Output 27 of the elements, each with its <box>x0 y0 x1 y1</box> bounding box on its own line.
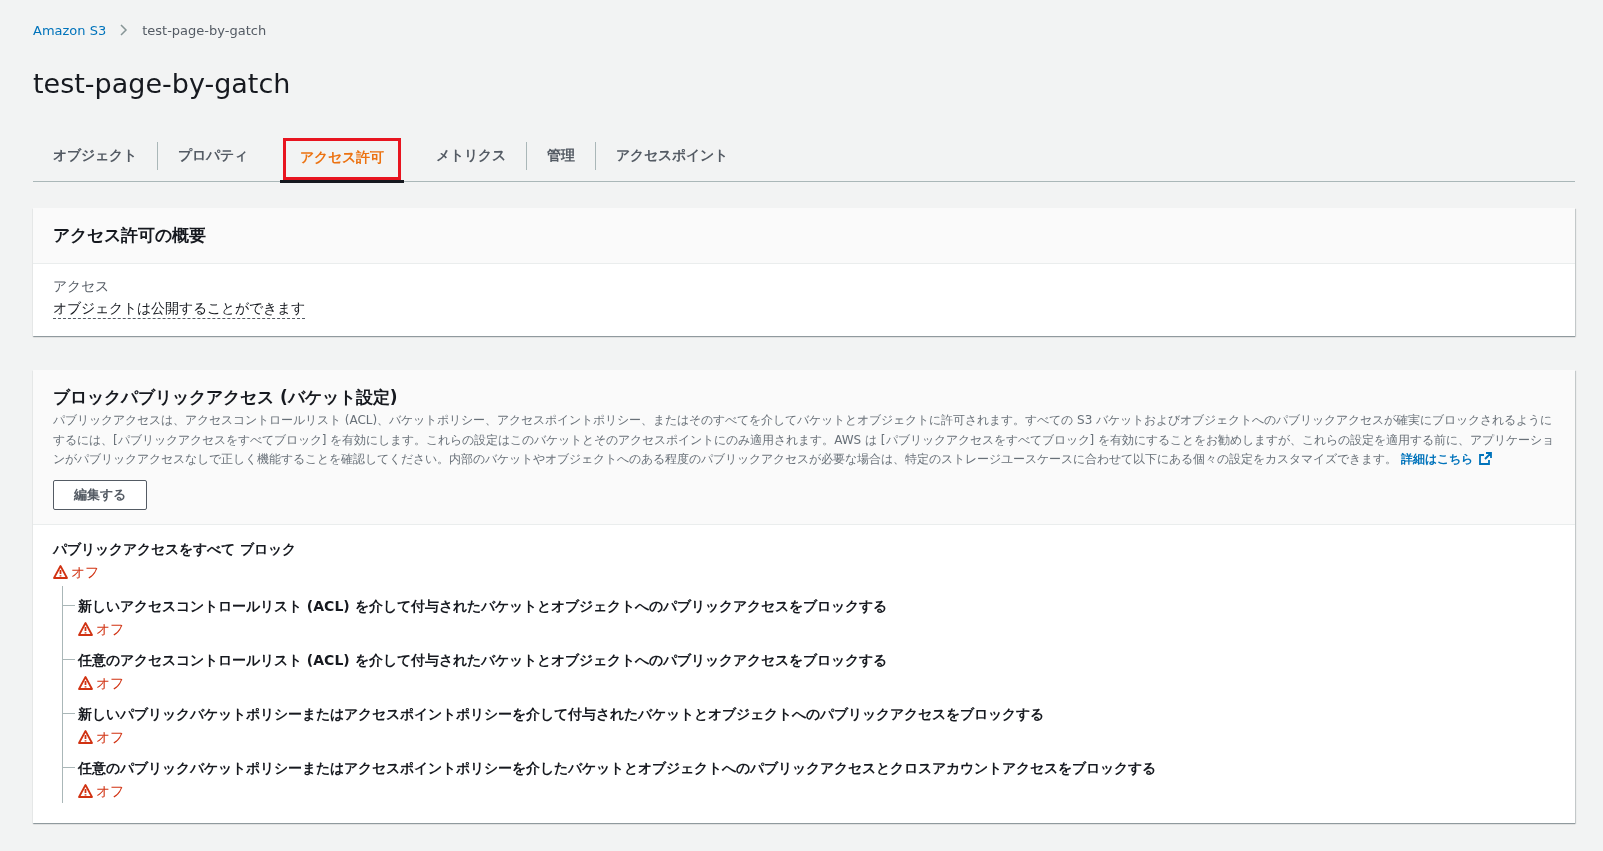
external-link-icon[interactable] <box>1478 452 1492 465</box>
status-indicator: オフ <box>53 561 99 582</box>
setting-label: 任意のパブリックバケットポリシーまたはアクセスポイントポリシーを介したバケットとオブジェクトへのパブリックアクセスとクロスアカウントアクセスをブロックする <box>78 758 1156 778</box>
tab[interactable]: オブジェクト <box>33 135 157 177</box>
page-title: test-page-by-gatch <box>33 68 292 99</box>
status-indicator: オフ <box>78 726 124 747</box>
card-title: アクセス許可の概要 <box>53 224 207 247</box>
setting-label: 新しいアクセスコントロールリスト (ACL) を介して付与されたバケットとオブジェクトへのパブリックアクセスをブロックする <box>78 596 887 616</box>
chevron-icon <box>120 24 129 36</box>
learn-more-link[interactable]: 詳細はこちら <box>1400 452 1473 466</box>
breadcrumb-current-page: test-page-by-gatch <box>142 22 267 38</box>
edit-button[interactable]: 編集する <box>53 479 147 510</box>
status-indicator: オフ <box>78 672 124 693</box>
tab[interactable]: プロパティ <box>158 135 268 177</box>
tab[interactable]: アクセスポイント <box>596 135 748 177</box>
tab[interactable]: メトリクス <box>416 135 526 177</box>
tab[interactable]: 管理 <box>527 135 595 177</box>
description-text: パブリックアクセスは、アクセスコントロールリスト (ACL)、バケットポリシー、アクセスポイントポリシー、またはそのすべてを介してバケットとオブジェクトに許可されます。すべての S3 バケットおよびオブジェクトへのパブリックアクセスが確実にブロックされるようにするには、[パブリックアクセスをすべてブロック] を有効にします。これらの設定はこのバケットとそのアクセスポイントにのみ適用されます。AWS は [パブリックアクセスをすべてブロック] を有効にすることをお勧めしますが、これらの設定を適用する前に、アプリケーションがパブリックアクセスなしで正しく機能することを確認してください。内部のバケットやオブジェクトへのある程度のパブリックアクセスが必要な場合は、特定のストレージユースケースに合わせて以下にある個々の設定をカスタマイズできます。 詳細はこちら <box>53 412 1555 468</box>
setting-label: 任意のアクセスコントロールリスト (ACL) を介して付与されたバケットとオブジェクトへのパブリックアクセスをブロックする <box>78 650 887 670</box>
access-value[interactable]: オブジェクトは公開することができます <box>53 300 305 319</box>
setting-label: パブリックアクセスをすべて ブロック <box>53 539 297 559</box>
status-indicator: オフ <box>78 780 124 801</box>
breadcrumb-link[interactable]: Amazon S3 <box>33 22 107 38</box>
card-title: ブロックパブリックアクセス (バケット設定) <box>53 386 399 409</box>
field-label: アクセス <box>53 278 110 296</box>
status-indicator: オフ <box>78 618 124 639</box>
setting-label: 新しいパブリックバケットポリシーまたはアクセスポイントポリシーを介して付与されたバケットとオブジェクトへのパブリックアクセスをブロックする <box>78 704 1044 724</box>
